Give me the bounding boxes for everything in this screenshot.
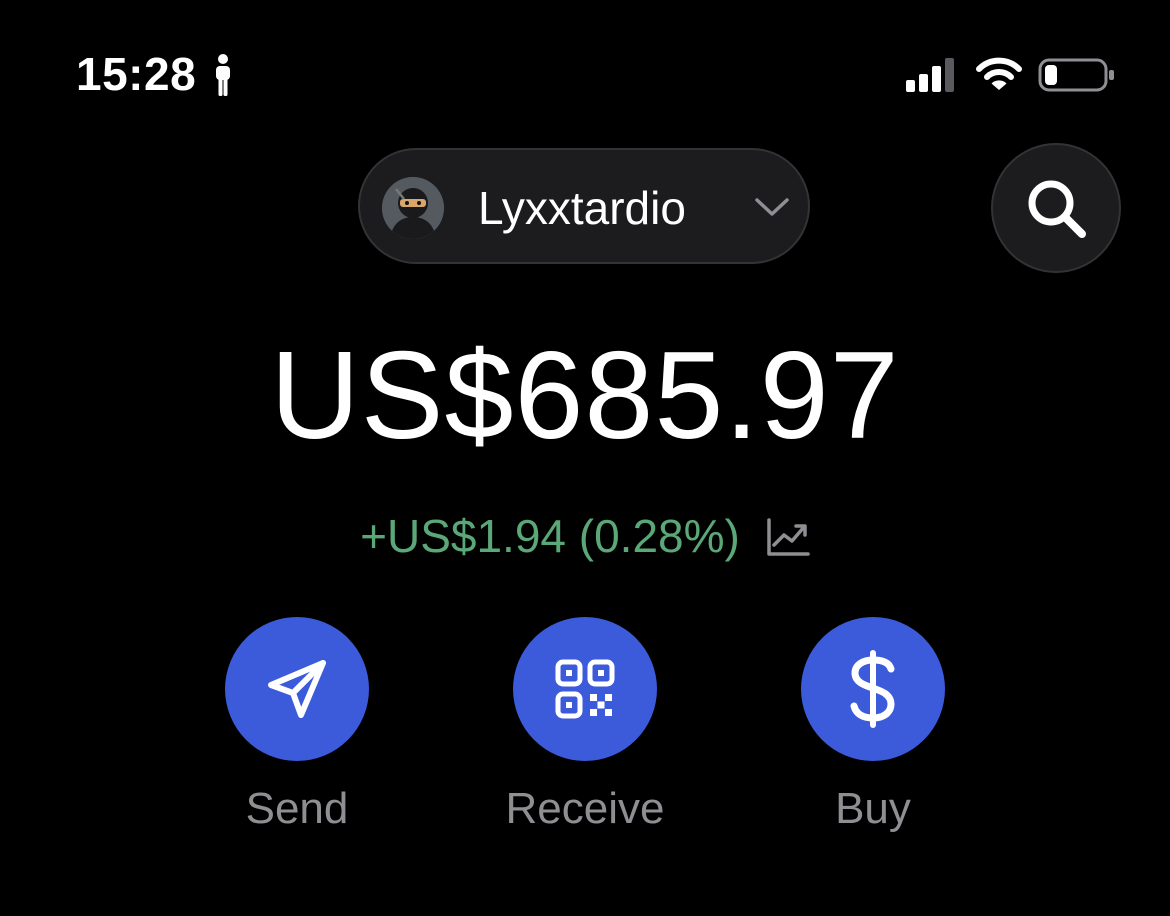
- send-button[interactable]: Send: [187, 617, 407, 847]
- chart-trend-icon[interactable]: [766, 517, 810, 557]
- buy-label: Buy: [835, 784, 911, 833]
- send-icon: [268, 660, 326, 718]
- account-switcher[interactable]: Lyxxtardio: [358, 148, 810, 264]
- status-bar: 15:28: [0, 0, 1170, 120]
- balance-amount: US$685.97: [270, 327, 900, 465]
- balance-change-text: +US$1.94 (0.28%): [360, 510, 740, 562]
- balance-change[interactable]: +US$1.94 (0.28%): [0, 506, 1170, 566]
- search-button[interactable]: [991, 143, 1121, 273]
- receive-button[interactable]: Receive: [475, 617, 695, 847]
- account-name: Lyxxtardio: [478, 182, 686, 234]
- dollar-icon: [850, 650, 895, 728]
- status-time: 15:28: [76, 48, 197, 100]
- send-circle[interactable]: [225, 617, 369, 761]
- buy-circle[interactable]: [801, 617, 945, 761]
- signal-icon: [906, 58, 954, 92]
- search-icon: [1028, 180, 1086, 238]
- ninja-avatar-icon: [382, 177, 444, 239]
- wifi-icon: [976, 57, 1022, 90]
- avatar: [382, 177, 444, 239]
- receive-label: Receive: [505, 784, 665, 833]
- qr-code-icon: [555, 659, 615, 719]
- chevron-down-icon: [755, 198, 789, 216]
- send-label: Send: [245, 784, 349, 833]
- receive-circle[interactable]: [513, 617, 657, 761]
- walk-icon: [216, 54, 230, 96]
- battery-icon: [1038, 58, 1114, 92]
- buy-button[interactable]: Buy: [763, 617, 983, 847]
